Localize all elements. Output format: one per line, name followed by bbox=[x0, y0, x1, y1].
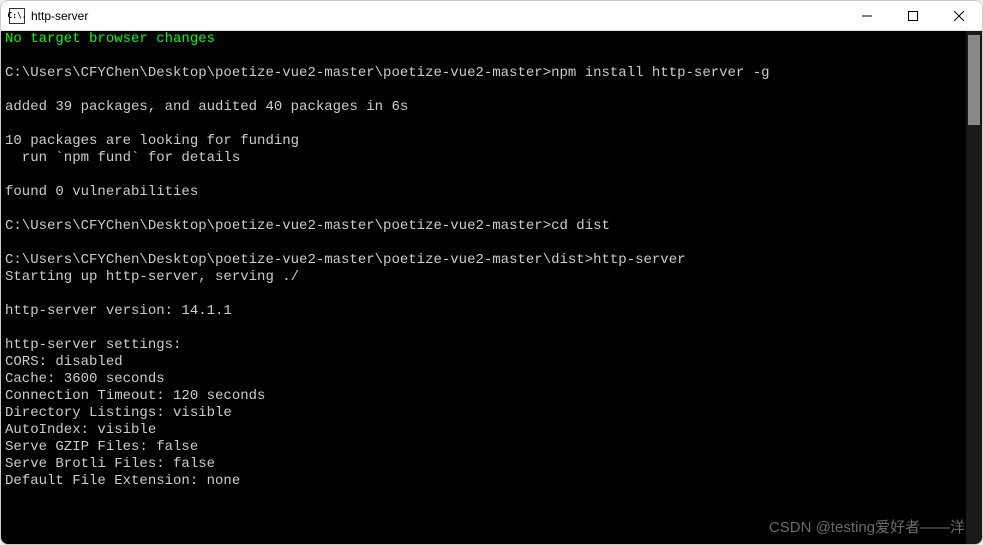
titlebar[interactable]: C:\. http-server bbox=[1, 1, 982, 31]
terminal-line: AutoIndex: visible bbox=[5, 422, 156, 438]
terminal-line: C:\Users\CFYChen\Desktop\poetize-vue2-ma… bbox=[5, 65, 770, 81]
terminal-line: found 0 vulnerabilities bbox=[5, 184, 198, 200]
scrollbar-thumb[interactable] bbox=[968, 35, 980, 125]
terminal-line: C:\Users\CFYChen\Desktop\poetize-vue2-ma… bbox=[5, 218, 610, 234]
terminal-window: C:\. http-server No target browser chang… bbox=[0, 0, 983, 545]
minimize-icon bbox=[862, 11, 872, 21]
terminal-output[interactable]: No target browser changes C:\Users\CFYCh… bbox=[1, 31, 966, 544]
maximize-icon bbox=[908, 11, 918, 21]
terminal-line: added 39 packages, and audited 40 packag… bbox=[5, 99, 408, 115]
terminal-line: C:\Users\CFYChen\Desktop\poetize-vue2-ma… bbox=[5, 252, 686, 268]
terminal-line: Starting up http-server, serving ./ bbox=[5, 269, 299, 285]
close-icon bbox=[954, 11, 964, 21]
scrollbar[interactable] bbox=[966, 31, 982, 544]
terminal-line: Cache: 3600 seconds bbox=[5, 371, 165, 387]
maximize-button[interactable] bbox=[890, 1, 936, 30]
terminal-line: CORS: disabled bbox=[5, 354, 123, 370]
terminal-line: Serve GZIP Files: false bbox=[5, 439, 198, 455]
terminal-body: No target browser changes C:\Users\CFYCh… bbox=[1, 31, 982, 544]
close-button[interactable] bbox=[936, 1, 982, 30]
minimize-button[interactable] bbox=[844, 1, 890, 30]
terminal-line: Serve Brotli Files: false bbox=[5, 456, 215, 472]
terminal-line: run `npm fund` for details bbox=[5, 150, 240, 166]
terminal-line: http-server settings: bbox=[5, 337, 181, 353]
window-controls bbox=[844, 1, 982, 30]
window-title: http-server bbox=[31, 9, 844, 23]
terminal-line: Connection Timeout: 120 seconds bbox=[5, 388, 265, 404]
terminal-line: http-server version: 14.1.1 bbox=[5, 303, 232, 319]
terminal-line: Default File Extension: none bbox=[5, 473, 240, 489]
status-line: No target browser changes bbox=[5, 31, 215, 47]
terminal-line: 10 packages are looking for funding bbox=[5, 133, 299, 149]
terminal-line: Directory Listings: visible bbox=[5, 405, 232, 421]
app-icon: C:\. bbox=[9, 8, 25, 24]
